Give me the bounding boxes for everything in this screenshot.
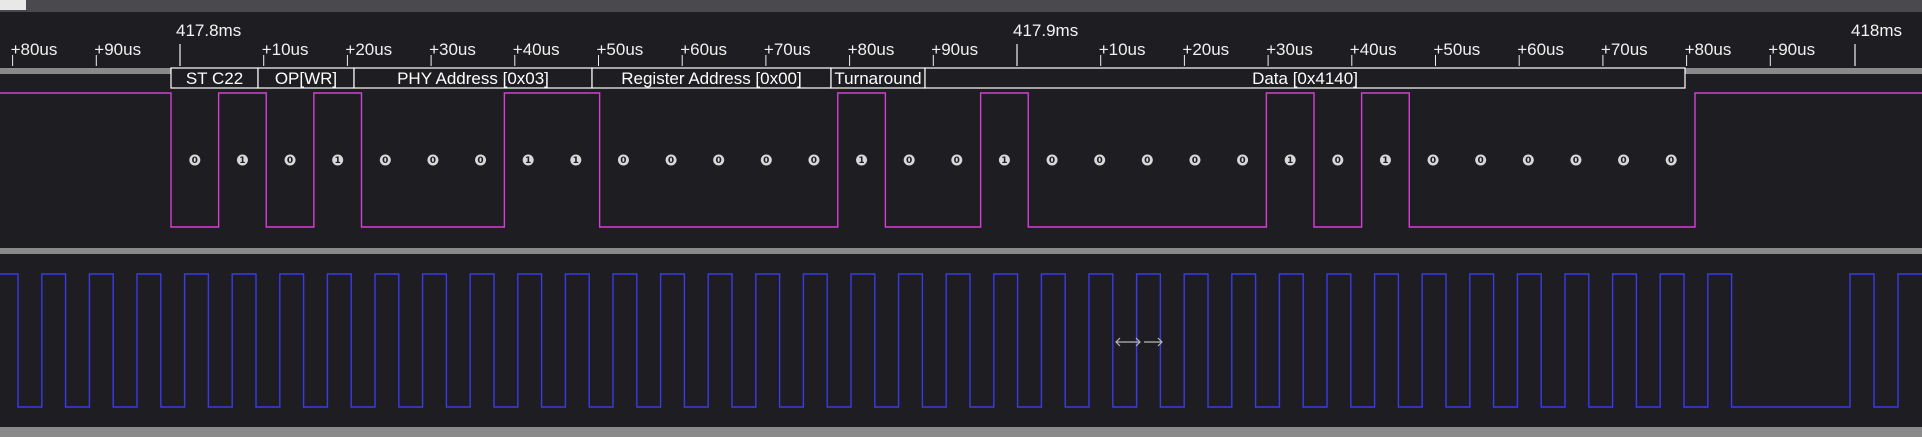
decoder-segment-label: OP[WR] [275, 69, 337, 88]
bit-marker-value: 1 [525, 156, 531, 166]
bit-marker-value: 0 [1192, 156, 1198, 166]
decoder-segment-label: Register Address [0x00] [621, 69, 801, 88]
bit-marker-value: 0 [382, 156, 388, 166]
bit-marker-value: 1 [335, 156, 341, 166]
bit-marker-value: 0 [1525, 156, 1531, 166]
tick-label: +90us [931, 40, 978, 59]
time-ruler[interactable]: 417.8ms 417.9ms 418ms +80us +90us +10us +20us +… [11, 21, 1902, 66]
tick-label: +10us [1099, 40, 1146, 59]
bit-marker-value: 0 [1049, 156, 1055, 166]
tick-label: +90us [1768, 40, 1815, 59]
tick-label: +80us [11, 40, 58, 59]
bit-marker-value: 0 [287, 156, 293, 166]
anchor-label: 417.8ms [176, 21, 241, 40]
horizontal-resize-icon [1115, 337, 1163, 347]
bit-marker-value: 0 [1097, 156, 1103, 166]
tick-label: +40us [1350, 40, 1397, 59]
window-corner-button[interactable] [0, 0, 26, 10]
bit-marker-value: 1 [1287, 156, 1293, 166]
bit-marker-value: 0 [477, 156, 483, 166]
waveform-viewer[interactable]: 417.8ms 417.9ms 418ms +80us +90us +10us +20us +… [0, 0, 1922, 437]
bit-marker-value: 0 [620, 156, 626, 166]
bit-marker-value: 0 [668, 156, 674, 166]
bit-marker-value: 0 [1239, 156, 1245, 166]
bit-marker-value: 1 [239, 156, 245, 166]
tick-label: +70us [764, 40, 811, 59]
bit-marker-value: 0 [906, 156, 912, 166]
tick-label: +60us [680, 40, 727, 59]
bit-marker-value: 0 [1478, 156, 1484, 166]
tick-label: +50us [597, 40, 644, 59]
bit-marker-value: 0 [192, 156, 198, 166]
bit-marker-value: 0 [1144, 156, 1150, 166]
mdio-decoder-bar[interactable]: ST C22 OP[WR] PHY Address [0x03] Register A… [170, 67, 1686, 89]
decoder-segment-label: ST C22 [186, 69, 243, 88]
decoder-segment-label: Data [0x4140] [1252, 69, 1358, 88]
channel-separator-bottom[interactable] [0, 427, 1922, 437]
bit-marker-value: 0 [1668, 156, 1674, 166]
tick-label: +80us [848, 40, 895, 59]
bit-marker-value: 1 [1001, 156, 1007, 166]
bit-marker-value: 0 [811, 156, 817, 166]
anchor-label: 418ms [1851, 21, 1902, 40]
tick-label: +80us [1685, 40, 1732, 59]
bit-marker-value: 1 [573, 156, 579, 166]
tick-label: +20us [1182, 40, 1229, 59]
mdc-clock-channel[interactable] [0, 273, 1922, 408]
tick-label: +90us [94, 40, 141, 59]
mdc-waveform[interactable] [0, 273, 1922, 408]
decoder-segment-label: PHY Address [0x03] [397, 69, 549, 88]
window-top-strip [0, 0, 1922, 12]
bit-marker-value: 0 [1335, 156, 1341, 166]
tick-label: +40us [513, 40, 560, 59]
tick-label: +70us [1601, 40, 1648, 59]
bit-marker-value: 0 [1573, 156, 1579, 166]
bit-marker-value: 0 [1430, 156, 1436, 166]
bit-marker-value: 1 [1382, 156, 1388, 166]
anchor-label: 417.9ms [1013, 21, 1078, 40]
bit-marker-value: 0 [954, 156, 960, 166]
bit-marker-value: 0 [1620, 156, 1626, 166]
tick-label: +10us [262, 40, 309, 59]
tick-label: +30us [1266, 40, 1313, 59]
tick-label: +60us [1517, 40, 1564, 59]
bit-marker-value: 1 [858, 156, 864, 166]
bit-marker-value: 0 [430, 156, 436, 166]
mdio-channel[interactable]: 0 1 0 1 0 0 0 1 1 0 0 0 0 0 1 0 0 1 0 0 0 0 0 1 0 1 0 0 0 0 0 0 [0, 92, 1922, 228]
tick-label: +30us [429, 40, 476, 59]
tick-label: +50us [1434, 40, 1481, 59]
bit-marker-value: 0 [716, 156, 722, 166]
channel-separator-middle[interactable] [0, 248, 1922, 254]
tick-label: +20us [345, 40, 392, 59]
decoder-segment-label: Turnaround [834, 69, 921, 88]
bit-marker-value: 0 [763, 156, 769, 166]
